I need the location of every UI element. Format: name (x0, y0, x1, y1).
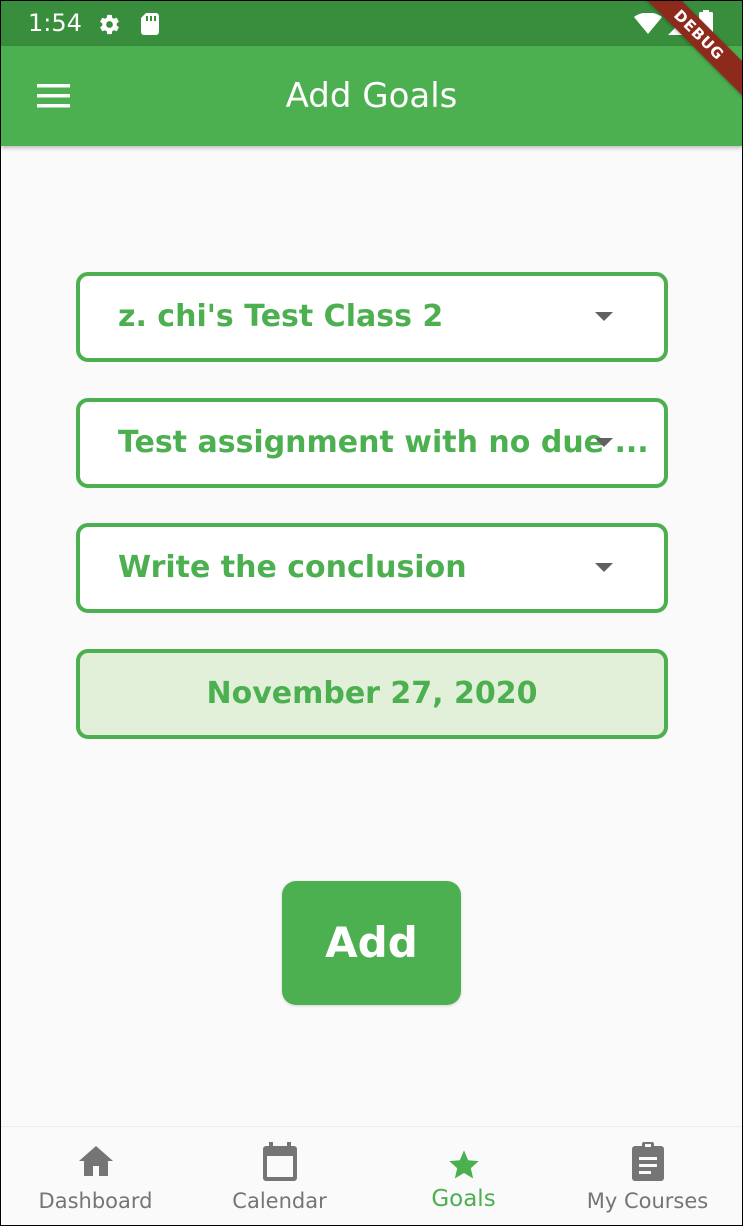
calendar-icon (262, 1142, 298, 1187)
gear-icon (98, 13, 121, 41)
bottom-navigation: Dashboard Calendar Goals My Courses (1, 1126, 742, 1225)
date-value: November 27, 2020 (206, 676, 538, 711)
assignment-dropdown[interactable]: Test assignment with no due ... (76, 398, 668, 488)
date-picker-field[interactable]: November 27, 2020 (76, 649, 668, 739)
nav-item-my-courses[interactable]: My Courses (555, 1127, 740, 1225)
sd-card-icon (140, 12, 160, 41)
dropdown-arrow-icon (595, 312, 613, 321)
nav-label-dashboard: Dashboard (38, 1189, 153, 1213)
wifi-icon (634, 12, 662, 40)
goal-dropdown-value: Write the conclusion (118, 550, 467, 585)
nav-label-goals: Goals (431, 1186, 496, 1212)
status-bar: 1:54 (1, 1, 742, 46)
dropdown-arrow-icon (595, 563, 613, 572)
home-icon (78, 1145, 114, 1182)
add-button[interactable]: Add (282, 881, 461, 1005)
clipboard-icon (631, 1142, 665, 1187)
app-bar: Add Goals (1, 46, 742, 146)
assignment-dropdown-value: Test assignment with no due ... (118, 425, 649, 460)
dropdown-arrow-icon (595, 438, 613, 447)
app-screen: 1:54 Add Goals DEBUG z. chi's Test Class… (0, 0, 743, 1226)
goal-dropdown[interactable]: Write the conclusion (76, 523, 668, 613)
class-dropdown-value: z. chi's Test Class 2 (118, 299, 444, 334)
status-time: 1:54 (28, 9, 82, 37)
star-icon (446, 1146, 482, 1185)
class-dropdown[interactable]: z. chi's Test Class 2 (76, 272, 668, 362)
nav-label-calendar: Calendar (232, 1189, 327, 1213)
nav-item-dashboard[interactable]: Dashboard (3, 1127, 188, 1225)
nav-label-my-courses: My Courses (586, 1189, 709, 1213)
nav-item-goals[interactable]: Goals (371, 1127, 556, 1225)
page-title: Add Goals (285, 76, 458, 116)
nav-item-calendar[interactable]: Calendar (187, 1127, 372, 1225)
